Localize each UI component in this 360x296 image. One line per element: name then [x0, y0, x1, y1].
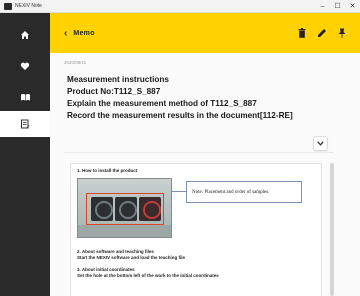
- sidebar-item-favorites[interactable]: [0, 53, 50, 79]
- window-title: NEXIV Note: [15, 3, 42, 9]
- page-title: Memo: [73, 29, 95, 37]
- sidebar-item-library[interactable]: [0, 84, 50, 110]
- doc-section-title: 2. About software and teaching files: [77, 249, 154, 254]
- back-icon[interactable]: ‹: [64, 28, 67, 39]
- close-button[interactable]: ✕: [345, 0, 360, 13]
- expand-button[interactable]: [313, 136, 328, 151]
- product-photo: [77, 178, 172, 238]
- sidebar-item-home[interactable]: [0, 22, 50, 48]
- memo-content: 2020/09/11 Measurement instructions Prod…: [50, 53, 360, 296]
- memo-text[interactable]: Measurement instructions Product No:T112…: [67, 74, 347, 122]
- header-actions: [298, 28, 346, 38]
- maximize-button[interactable]: ☐: [330, 0, 345, 13]
- home-icon: [21, 31, 29, 39]
- memo-line: Measurement instructions: [67, 75, 169, 84]
- memo-date: 2020/09/11: [64, 60, 87, 65]
- window-titlebar: NEXIV Note – ☐ ✕: [0, 0, 360, 13]
- trash-icon[interactable]: [298, 28, 306, 38]
- heart-icon: [20, 62, 30, 70]
- callout-text: Note: Placement and order of samples.: [192, 189, 270, 195]
- memo-line: Product No:T112_S_887: [67, 87, 161, 96]
- document-preview[interactable]: 1. How to install the product Note: Plac…: [70, 163, 322, 296]
- doc-section-title: 3. About initial coordinates: [77, 267, 135, 272]
- memo-line: Explain the measurement method of T112_S…: [67, 99, 257, 108]
- scrollbar[interactable]: [330, 163, 334, 296]
- callout-connector: [172, 191, 186, 192]
- doc-section-body: Set the hole at the bottom left of the w…: [77, 273, 219, 278]
- memo-line: Record the measurement results in the do…: [67, 111, 293, 120]
- edit-icon[interactable]: [317, 28, 327, 38]
- books-icon: [20, 94, 30, 101]
- minimize-button[interactable]: –: [315, 0, 330, 13]
- callout-note: Note: Placement and order of samples.: [186, 181, 302, 203]
- doc-section-body: Start the NEXIV software and load the te…: [77, 255, 186, 260]
- window-controls: – ☐ ✕: [315, 0, 360, 13]
- memo-icon: [21, 119, 30, 129]
- chevron-down-icon: [317, 141, 324, 146]
- highlight-frame: [86, 193, 164, 225]
- app-header: ‹ Memo: [50, 13, 360, 53]
- app-icon: [4, 2, 12, 10]
- sidebar-item-memo[interactable]: [0, 111, 50, 137]
- pin-icon[interactable]: [338, 28, 346, 38]
- sidebar: [0, 13, 50, 296]
- doc-section-title: 1. How to install the product: [77, 168, 138, 173]
- divider: [64, 152, 334, 153]
